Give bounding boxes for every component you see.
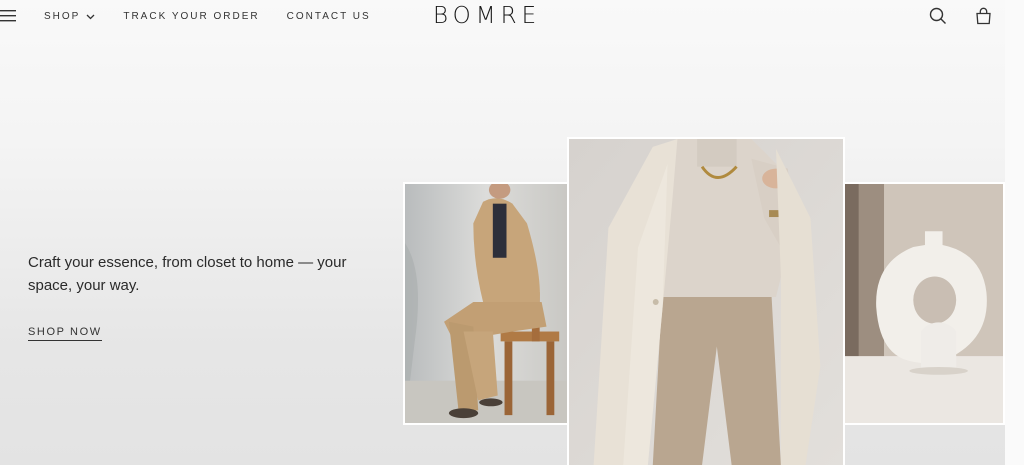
hero-image-vase[interactable] (843, 182, 1005, 425)
shop-now-link[interactable]: SHOP NOW (28, 326, 102, 341)
shopping-bag-icon[interactable] (975, 7, 992, 30)
brand-logo[interactable]: BOMRE (433, 3, 541, 29)
nav-shop-label: SHOP (44, 11, 81, 22)
nav-shop[interactable]: SHOP (44, 11, 95, 22)
nav-track-order[interactable]: TRACK YOUR ORDER (123, 11, 259, 22)
search-icon[interactable] (929, 7, 947, 30)
nav-contact-us[interactable]: CONTACT US (287, 11, 371, 22)
scrollbar-gutter (1005, 0, 1024, 465)
hero-tagline: Craft your essence, from closet to home … (28, 254, 347, 294)
menu-icon[interactable] (0, 10, 16, 22)
chevron-down-icon (86, 14, 95, 20)
hero-image-suit[interactable] (403, 182, 569, 425)
page: SHOP TRACK YOUR ORDER CONTACT US BOMRE C… (0, 0, 1005, 465)
main-nav: SHOP TRACK YOUR ORDER CONTACT US (44, 11, 371, 22)
hero-image-coat[interactable] (567, 137, 845, 465)
